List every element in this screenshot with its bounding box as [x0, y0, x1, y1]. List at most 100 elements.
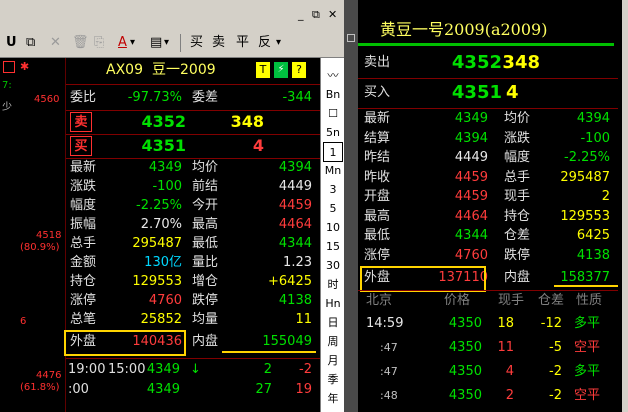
sell-row[interactable]: 卖出 4352 348 — [358, 50, 618, 76]
restore-button[interactable]: ⧉ — [312, 8, 320, 22]
sell-button[interactable]: 卖 — [212, 34, 225, 52]
label: 内盘 — [504, 270, 531, 285]
tick-time: :47 — [380, 365, 398, 378]
period-16-button[interactable]: 月 — [323, 351, 343, 371]
contract-code: AX09 — [106, 62, 143, 78]
tick-chg: -2 — [299, 362, 312, 377]
period-18-button[interactable]: 年 — [323, 389, 343, 409]
tick-chg: -5 — [549, 340, 562, 355]
period-10-button[interactable]: 15 — [323, 237, 343, 257]
help-icon[interactable]: ? — [292, 62, 306, 78]
grid-row: 最新 4349 均价 4394 — [66, 158, 320, 177]
value: 4464 — [454, 208, 488, 224]
column-header: 性质 — [576, 293, 603, 308]
grid-row: 结算 4394 涨跌 -100 — [358, 129, 618, 148]
buy-label: 买入 — [364, 85, 391, 100]
axis-label: 4476 — [36, 370, 62, 381]
axis-label: 4560 — [34, 94, 60, 105]
chevron-down-icon[interactable]: ▾ — [164, 34, 169, 52]
tick-header: 北京 价格 现手 仓差 性质 — [358, 291, 618, 311]
grid-row: 最低 4344 仓差 6425 — [358, 226, 618, 245]
period-11-button[interactable]: 30 — [323, 256, 343, 276]
label: 内盘 — [192, 334, 219, 349]
tick-time: 15:00 — [108, 362, 146, 377]
label: 涨停 — [364, 247, 391, 263]
buy-button[interactable]: 买 — [190, 34, 203, 52]
period-17-button[interactable]: 季 — [323, 370, 343, 390]
order-toolbar: U ⧉ ✕ 🗑 ⎘ A ▾ ▤ ▾ 买 卖 平 反 ▾ — [0, 28, 344, 58]
period-4-button[interactable]: 5n — [323, 123, 343, 143]
left-titlebar: _ ⧉ ✕ — [0, 0, 344, 28]
close-position-button[interactable]: 平 — [236, 34, 249, 52]
tick-vol: 11 — [497, 340, 514, 355]
flash-icon[interactable]: ⚡ — [274, 62, 288, 78]
tick-row: 14:59 4350 18 -12 多平 — [358, 314, 618, 334]
period-13-button[interactable]: Hn — [323, 294, 343, 314]
grid-row: 涨跌 -100 前结 4449 — [66, 177, 320, 196]
delete-icon[interactable]: ✕ — [50, 34, 61, 52]
grid-row: 振幅 2.70% 最高 4464 — [66, 215, 320, 234]
grid-row: 最高 4464 持仓 129553 — [358, 207, 618, 226]
trash-icon[interactable]: 🗑 — [72, 34, 89, 52]
label: 总笔 — [70, 312, 97, 327]
period-14-button[interactable]: 日 — [323, 313, 343, 333]
period-9-button[interactable]: 10 — [323, 218, 343, 238]
period-1-button[interactable]: 〰 — [323, 66, 343, 86]
divider — [66, 358, 320, 359]
tick-time: :48 — [380, 389, 398, 402]
chevron-down-icon[interactable]: ▾ — [130, 34, 135, 52]
period-12-button[interactable]: 时 — [323, 275, 343, 295]
buy-row[interactable]: 买 4351 4 — [66, 134, 320, 158]
copy-icon[interactable]: ⧉ — [26, 34, 35, 52]
close-icon[interactable] — [3, 61, 15, 73]
grid-row: 最新 4349 均价 4394 — [358, 109, 618, 128]
label: 最高 — [364, 208, 391, 224]
paste-icon[interactable]: ⎘ — [94, 34, 104, 52]
minimize-button[interactable]: _ — [298, 8, 304, 21]
period-5-button[interactable]: 1 — [323, 142, 343, 162]
sell-row[interactable]: 卖 4352 348 — [66, 110, 320, 134]
buy-qty: 4 — [506, 82, 519, 103]
period-3-button[interactable]: ☐ — [323, 104, 343, 124]
label: 委比 — [70, 90, 97, 105]
contract-title: 黄豆一号2009(a2009) — [358, 18, 618, 42]
t-badge[interactable]: T — [256, 62, 270, 78]
grid-row: 持仓 129553 增仓 +6425 — [66, 272, 320, 291]
value: 130亿 — [144, 255, 182, 270]
underline-icon[interactable]: U — [6, 34, 17, 52]
period-2-button[interactable]: Bn — [323, 85, 343, 105]
value: 4138 — [576, 247, 610, 263]
grid-row: 涨停 4760 跌停 4138 — [358, 246, 618, 265]
pin-icon[interactable]: ✱ — [20, 60, 29, 73]
value: 4459 — [454, 169, 488, 185]
layout-icon[interactable]: ▤ — [150, 34, 162, 52]
period-6-button[interactable]: Mn — [323, 161, 343, 181]
reverse-button[interactable]: 反 — [258, 34, 271, 52]
sell-price: 4352 — [451, 52, 502, 73]
toolbar-divider — [180, 34, 181, 52]
font-color-icon[interactable]: A — [118, 34, 127, 52]
tick-price: 4349 — [146, 382, 180, 397]
period-7-button[interactable]: 3 — [323, 180, 343, 200]
left-quote-window: _ ⧉ ✕ U ⧉ ✕ 🗑 ⎘ A ▾ ▤ ▾ 买 卖 平 反 ▾ 7: 少 ✱… — [0, 0, 344, 412]
column-header: 价格 — [444, 293, 471, 308]
tick-time: :00 — [68, 382, 89, 397]
close-button[interactable]: ✕ — [328, 8, 337, 21]
label: 涨跌 — [504, 130, 531, 146]
tick-nature: 多平 — [574, 364, 601, 379]
column-header: 现手 — [498, 293, 525, 308]
period-8-button[interactable]: 5 — [323, 199, 343, 219]
scrollbar[interactable] — [622, 0, 628, 412]
label: 增仓 — [192, 274, 219, 289]
buy-row[interactable]: 买入 4351 4 — [358, 80, 618, 106]
label: 总手 — [70, 236, 97, 251]
axis-label: 4518 — [36, 230, 62, 241]
down-arrow-icon: ↓ — [190, 362, 201, 377]
label: 涨停 — [70, 293, 97, 308]
period-15-button[interactable]: 周 — [323, 332, 343, 352]
value: 4138 — [278, 293, 312, 308]
tick-vol: 18 — [497, 316, 514, 331]
tick-vol: 27 — [255, 382, 272, 397]
grid-icon[interactable] — [347, 34, 355, 42]
chevron-down-icon[interactable]: ▾ — [276, 34, 281, 52]
